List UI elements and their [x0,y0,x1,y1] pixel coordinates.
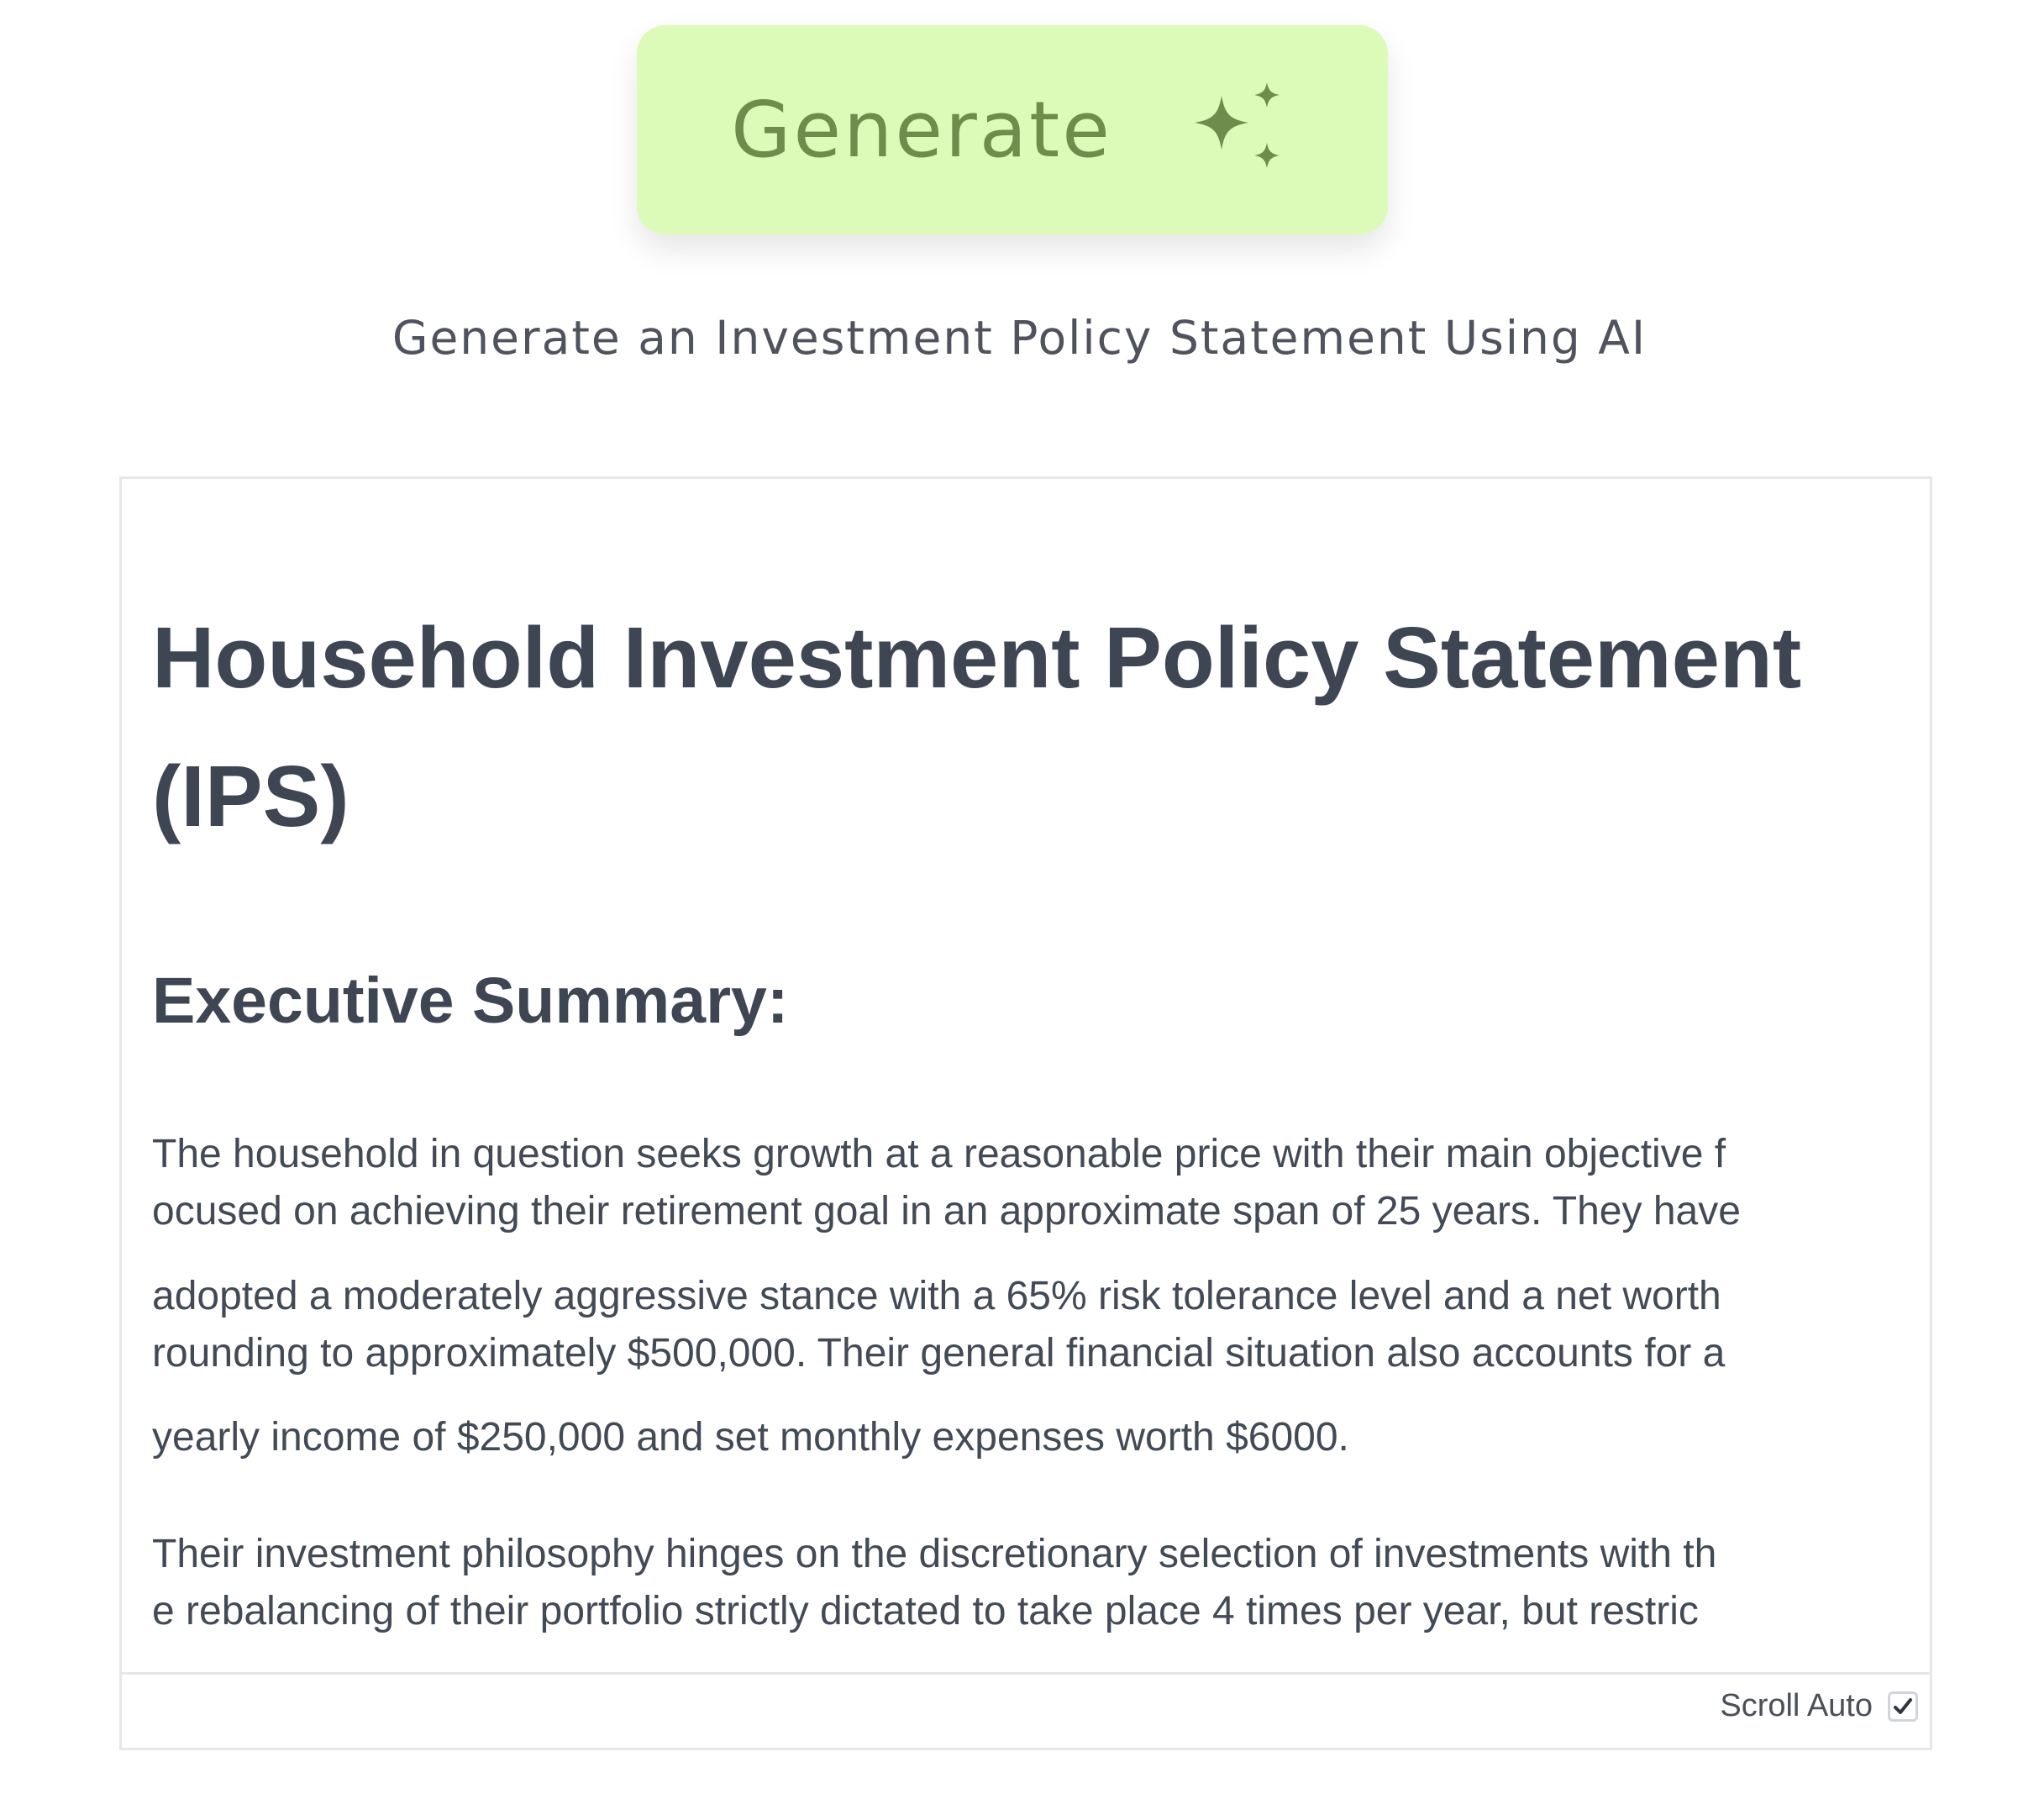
paragraph: Their investment philosophy hinges on th… [152,1526,1895,1640]
document-content: Household Investment Policy Statement (I… [152,479,1895,1672]
page-subtitle: Generate an Investment Policy Statement … [392,311,1647,365]
checkmark-icon [1894,1697,1912,1714]
paragraph: adopted a moderately aggressive stance w… [152,1268,1895,1382]
section-heading: Executive Summary: [152,965,789,1037]
scroll-auto-toggle[interactable]: Scroll Auto [1720,1688,1918,1724]
paragraph-line: Their investment philosophy hinges on th… [152,1532,1717,1576]
document-panel[interactable]: Household Investment Policy Statement (I… [119,476,1932,1750]
paragraph-line: rounding to approximately $500,000. Thei… [152,1331,1726,1376]
paragraph-line: The household in question seeks growth a… [152,1132,1726,1176]
paragraph-line: e rebalancing of their portfolio strictl… [152,1589,1699,1633]
generate-button-label: Generate [731,85,1112,175]
scroll-auto-label: Scroll Auto [1720,1688,1873,1723]
paragraph-line: adopted a moderately aggressive stance w… [152,1274,1721,1318]
page: Generate Generate an Investment Policy S… [0,0,2039,1820]
document-title: Household Investment Policy Statement (I… [152,609,1802,844]
document-footer: Scroll Auto [122,1672,1930,1748]
generate-button[interactable]: Generate [637,25,1388,234]
paragraph: The household in question seeks growth a… [152,1126,1895,1240]
scroll-auto-checkbox[interactable] [1888,1691,1918,1722]
sparkles-icon [1194,82,1280,168]
paragraph-line: ocused on achieving their retirement goa… [152,1189,1741,1233]
paragraph-line: yearly income of $250,000 and set monthl… [152,1415,1349,1460]
paragraph: yearly income of $250,000 and set monthl… [152,1409,1895,1466]
